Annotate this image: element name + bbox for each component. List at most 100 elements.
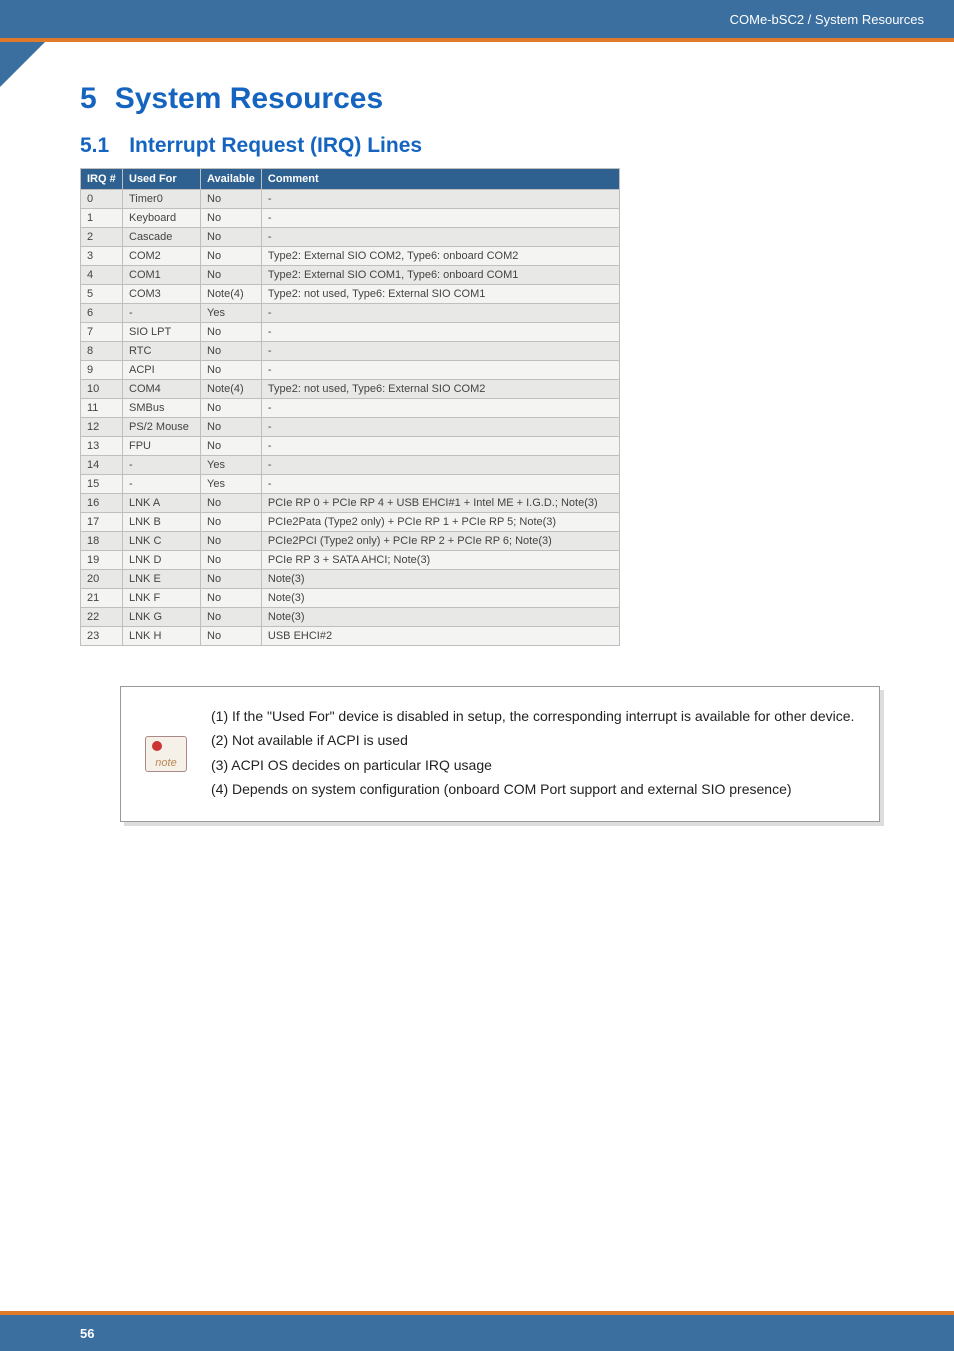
table-row: 12PS/2 MouseNo- <box>81 418 620 437</box>
cell-used: - <box>123 475 201 494</box>
cell-avail: Yes <box>201 475 262 494</box>
cell-comment: - <box>261 399 619 418</box>
cell-avail: No <box>201 399 262 418</box>
cell-used: - <box>123 304 201 323</box>
note-icon-label: note <box>155 757 176 769</box>
table-row: 20LNK ENoNote(3) <box>81 570 620 589</box>
table-row: 19LNK DNoPCIe RP 3 + SATA AHCI; Note(3) <box>81 551 620 570</box>
cell-used: LNK E <box>123 570 201 589</box>
cell-avail: No <box>201 361 262 380</box>
table-row: 21LNK FNoNote(3) <box>81 589 620 608</box>
cell-comment: Type2: not used, Type6: External SIO COM… <box>261 380 619 399</box>
cell-avail: No <box>201 589 262 608</box>
cell-irq: 6 <box>81 304 123 323</box>
cell-avail: No <box>201 437 262 456</box>
note-icon-wrap: note <box>121 687 211 821</box>
cell-used: LNK D <box>123 551 201 570</box>
cell-avail: No <box>201 266 262 285</box>
cell-avail: No <box>201 209 262 228</box>
corner-decoration <box>0 42 45 87</box>
cell-used: RTC <box>123 342 201 361</box>
cell-irq: 18 <box>81 532 123 551</box>
cell-comment: PCIe2PCI (Type2 only) + PCIe RP 2 + PCIe… <box>261 532 619 551</box>
cell-comment: - <box>261 228 619 247</box>
table-row: 22LNK GNoNote(3) <box>81 608 620 627</box>
table-row: 13FPUNo- <box>81 437 620 456</box>
cell-used: LNK B <box>123 513 201 532</box>
cell-irq: 1 <box>81 209 123 228</box>
cell-irq: 11 <box>81 399 123 418</box>
cell-irq: 3 <box>81 247 123 266</box>
cell-used: COM1 <box>123 266 201 285</box>
chapter-number: 5 <box>80 82 97 115</box>
page-number: 56 <box>80 1326 94 1341</box>
table-row: 9ACPINo- <box>81 361 620 380</box>
cell-used: COM4 <box>123 380 201 399</box>
cell-comment: Type2: not used, Type6: External SIO COM… <box>261 285 619 304</box>
col-comment: Comment <box>261 169 619 190</box>
cell-comment: - <box>261 342 619 361</box>
cell-comment: - <box>261 323 619 342</box>
header-bar: COMe-bSC2 / System Resources <box>0 0 954 38</box>
breadcrumb: COMe-bSC2 / System Resources <box>730 12 924 27</box>
cell-used: ACPI <box>123 361 201 380</box>
cell-irq: 5 <box>81 285 123 304</box>
cell-comment: Note(3) <box>261 589 619 608</box>
cell-used: SMBus <box>123 399 201 418</box>
cell-comment: - <box>261 209 619 228</box>
chapter-title: 5System Resources <box>80 82 874 116</box>
cell-avail: No <box>201 513 262 532</box>
irq-table: IRQ # Used For Available Comment 0Timer0… <box>80 168 620 646</box>
note-line-2: (2) Not available if ACPI is used <box>211 729 859 751</box>
table-row: 6-Yes- <box>81 304 620 323</box>
cell-avail: No <box>201 532 262 551</box>
cell-irq: 13 <box>81 437 123 456</box>
cell-irq: 21 <box>81 589 123 608</box>
section-text: Interrupt Request (IRQ) Lines <box>129 134 422 157</box>
table-row: 10COM4Note(4)Type2: not used, Type6: Ext… <box>81 380 620 399</box>
cell-used: - <box>123 456 201 475</box>
cell-irq: 17 <box>81 513 123 532</box>
table-header-row: IRQ # Used For Available Comment <box>81 169 620 190</box>
cell-comment: PCIe RP 3 + SATA AHCI; Note(3) <box>261 551 619 570</box>
cell-irq: 0 <box>81 190 123 209</box>
cell-avail: Yes <box>201 456 262 475</box>
cell-comment: - <box>261 437 619 456</box>
cell-irq: 10 <box>81 380 123 399</box>
table-row: 17LNK BNoPCIe2Pata (Type2 only) + PCIe R… <box>81 513 620 532</box>
cell-comment: Note(3) <box>261 608 619 627</box>
table-row: 3COM2NoType2: External SIO COM2, Type6: … <box>81 247 620 266</box>
cell-avail: No <box>201 247 262 266</box>
col-avail: Available <box>201 169 262 190</box>
cell-comment: - <box>261 361 619 380</box>
cell-avail: No <box>201 494 262 513</box>
cell-comment: - <box>261 456 619 475</box>
cell-avail: No <box>201 570 262 589</box>
cell-avail: No <box>201 342 262 361</box>
cell-avail: No <box>201 627 262 646</box>
cell-used: Keyboard <box>123 209 201 228</box>
note-box: note (1) If the "Used For" device is dis… <box>120 686 880 822</box>
cell-irq: 16 <box>81 494 123 513</box>
note-icon: note <box>145 736 187 772</box>
col-irq: IRQ # <box>81 169 123 190</box>
table-row: 1KeyboardNo- <box>81 209 620 228</box>
table-row: 5COM3Note(4)Type2: not used, Type6: Exte… <box>81 285 620 304</box>
cell-comment: Type2: External SIO COM1, Type6: onboard… <box>261 266 619 285</box>
cell-irq: 19 <box>81 551 123 570</box>
note-line-1: (1) If the "Used For" device is disabled… <box>211 705 859 727</box>
footer: 56 <box>0 1315 954 1351</box>
table-row: 23LNK HNoUSB EHCI#2 <box>81 627 620 646</box>
cell-used: LNK H <box>123 627 201 646</box>
cell-irq: 14 <box>81 456 123 475</box>
cell-used: SIO LPT <box>123 323 201 342</box>
cell-avail: Yes <box>201 304 262 323</box>
cell-avail: No <box>201 608 262 627</box>
cell-used: COM3 <box>123 285 201 304</box>
cell-used: LNK F <box>123 589 201 608</box>
cell-comment: - <box>261 418 619 437</box>
table-row: 2CascadeNo- <box>81 228 620 247</box>
table-row: 11SMBusNo- <box>81 399 620 418</box>
cell-comment: - <box>261 304 619 323</box>
cell-irq: 20 <box>81 570 123 589</box>
